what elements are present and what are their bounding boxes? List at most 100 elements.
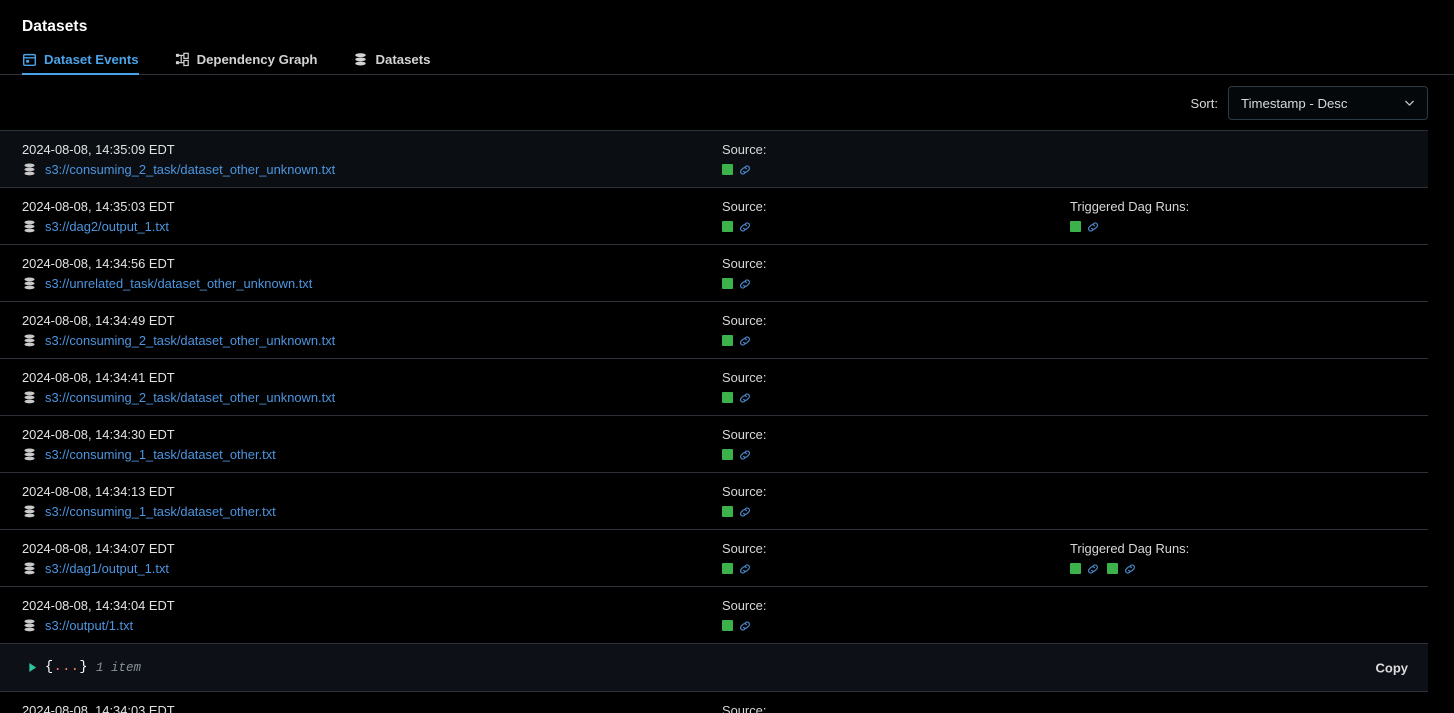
event-main-column: 2024-08-08, 14:34:03 EDTs3://output/1.tx…	[22, 701, 722, 713]
dataset-event-row[interactable]: 2024-08-08, 14:34:49 EDTs3://consuming_2…	[0, 302, 1428, 359]
status-square-success[interactable]	[722, 506, 733, 517]
status-square-success[interactable]	[722, 164, 733, 175]
source-badges	[722, 274, 1070, 293]
event-main-column: 2024-08-08, 14:34:04 EDTs3://output/1.tx…	[22, 596, 722, 635]
event-source-column: Source:	[722, 197, 1070, 236]
dataset-uri-link[interactable]: s3://unrelated_task/dataset_other_unknow…	[45, 274, 312, 293]
event-main-column: 2024-08-08, 14:34:49 EDTs3://consuming_2…	[22, 311, 722, 350]
dataset-event-row[interactable]: 2024-08-08, 14:34:13 EDTs3://consuming_1…	[0, 473, 1428, 530]
status-square-success[interactable]	[1070, 563, 1081, 574]
source-label: Source:	[722, 425, 1070, 444]
status-square-success[interactable]	[1070, 221, 1081, 232]
dataset-uri-line: s3://dag2/output_1.txt	[22, 217, 722, 236]
sort-select[interactable]: Timestamp - Desc	[1228, 86, 1428, 120]
link-icon[interactable]	[738, 619, 752, 633]
dag-run-badge[interactable]	[722, 277, 752, 291]
status-square-success[interactable]	[722, 449, 733, 460]
dataset-uri-line: s3://output/1.txt	[22, 616, 722, 635]
toolbar: Sort: Timestamp - Desc	[0, 75, 1454, 130]
link-icon[interactable]	[1086, 562, 1100, 576]
dataset-event-row[interactable]: 2024-08-08, 14:34:03 EDTs3://output/1.tx…	[0, 692, 1428, 713]
dataset-uri-link[interactable]: s3://consuming_1_task/dataset_other.txt	[45, 445, 276, 464]
dataset-uri-link[interactable]: s3://consuming_2_task/dataset_other_unkn…	[45, 160, 335, 179]
event-main-column: 2024-08-08, 14:35:03 EDTs3://dag2/output…	[22, 197, 722, 236]
link-icon[interactable]	[738, 334, 752, 348]
tab-dataset-events[interactable]: Dataset Events	[22, 52, 153, 75]
dataset-event-row[interactable]: 2024-08-08, 14:34:56 EDTs3://unrelated_t…	[0, 245, 1428, 302]
dag-run-badge[interactable]	[722, 334, 752, 348]
event-timestamp: 2024-08-08, 14:34:41 EDT	[22, 368, 722, 387]
json-braces[interactable]: {...}	[45, 660, 88, 675]
tab-dependency-graph[interactable]: Dependency Graph	[175, 52, 332, 75]
triangle-right-icon[interactable]	[28, 662, 37, 673]
json-collapsed-preview[interactable]: {...}1 item	[28, 660, 141, 675]
dataset-event-row[interactable]: 2024-08-08, 14:34:07 EDTs3://dag1/output…	[0, 530, 1428, 587]
source-label: Source:	[722, 596, 1070, 615]
link-icon[interactable]	[1123, 562, 1137, 576]
dag-run-badge[interactable]	[722, 562, 752, 576]
calendar-icon	[22, 52, 37, 67]
copy-button[interactable]: Copy	[1376, 660, 1409, 675]
link-icon[interactable]	[738, 277, 752, 291]
source-badges	[722, 217, 1070, 236]
source-badges	[722, 616, 1070, 635]
dataset-uri-link[interactable]: s3://consuming_2_task/dataset_other_unkn…	[45, 331, 335, 350]
link-icon[interactable]	[738, 505, 752, 519]
status-square-success[interactable]	[722, 563, 733, 574]
link-icon[interactable]	[738, 163, 752, 177]
database-icon	[353, 52, 368, 67]
link-icon[interactable]	[738, 220, 752, 234]
dataset-event-row[interactable]: 2024-08-08, 14:35:03 EDTs3://dag2/output…	[0, 188, 1428, 245]
dataset-event-row[interactable]: 2024-08-08, 14:34:30 EDTs3://consuming_1…	[0, 416, 1428, 473]
dataset-uri-link[interactable]: s3://consuming_1_task/dataset_other.txt	[45, 502, 276, 521]
dag-run-badge[interactable]	[722, 619, 752, 633]
event-source-column: Source:	[722, 701, 1070, 713]
status-square-success[interactable]	[722, 335, 733, 346]
event-main-column: 2024-08-08, 14:34:56 EDTs3://unrelated_t…	[22, 254, 722, 293]
status-square-success[interactable]	[722, 392, 733, 403]
status-square-success[interactable]	[1107, 563, 1118, 574]
event-main-column: 2024-08-08, 14:34:30 EDTs3://consuming_1…	[22, 425, 722, 464]
status-square-success[interactable]	[722, 221, 733, 232]
link-icon[interactable]	[738, 562, 752, 576]
source-label: Source:	[722, 539, 1070, 558]
source-label: Source:	[722, 197, 1070, 216]
dag-run-badge[interactable]	[1107, 562, 1137, 576]
dag-run-badge[interactable]	[722, 391, 752, 405]
dataset-event-row[interactable]: 2024-08-08, 14:34:04 EDTs3://output/1.tx…	[0, 587, 1428, 644]
link-icon[interactable]	[1086, 220, 1100, 234]
sort-label: Sort:	[1191, 96, 1218, 111]
dag-run-badge[interactable]	[722, 448, 752, 462]
dataset-uri-link[interactable]: s3://consuming_2_task/dataset_other_unkn…	[45, 388, 335, 407]
link-icon[interactable]	[738, 448, 752, 462]
dataset-uri-line: s3://consuming_1_task/dataset_other.txt	[22, 445, 722, 464]
database-icon	[22, 390, 37, 405]
dataset-event-row[interactable]: 2024-08-08, 14:35:09 EDTs3://consuming_2…	[0, 131, 1428, 188]
dag-run-badge[interactable]	[722, 220, 752, 234]
status-square-success[interactable]	[722, 278, 733, 289]
status-square-success[interactable]	[722, 620, 733, 631]
source-badges	[722, 445, 1070, 464]
dataset-uri-link[interactable]: s3://output/1.txt	[45, 616, 133, 635]
event-source-column: Source:	[722, 254, 1070, 293]
event-triggered-column: Triggered Dag Runs:	[1070, 197, 1428, 236]
dataset-uri-line: s3://consuming_2_task/dataset_other_unkn…	[22, 388, 722, 407]
dataset-event-row[interactable]: 2024-08-08, 14:34:41 EDTs3://consuming_2…	[0, 359, 1428, 416]
tab-datasets[interactable]: Datasets	[353, 52, 444, 75]
dag-run-badge[interactable]	[722, 505, 752, 519]
link-icon[interactable]	[738, 391, 752, 405]
dataset-uri-line: s3://consuming_2_task/dataset_other_unkn…	[22, 331, 722, 350]
database-icon	[22, 162, 37, 177]
event-source-column: Source:	[722, 311, 1070, 350]
dag-run-badge[interactable]	[1070, 562, 1100, 576]
event-source-column: Source:	[722, 596, 1070, 635]
dataset-uri-link[interactable]: s3://dag1/output_1.txt	[45, 559, 169, 578]
database-icon	[22, 561, 37, 576]
dag-run-badge[interactable]	[1070, 220, 1100, 234]
event-source-column: Source:	[722, 425, 1070, 464]
event-timestamp: 2024-08-08, 14:34:30 EDT	[22, 425, 722, 444]
dag-run-badge[interactable]	[722, 163, 752, 177]
event-triggered-column: Triggered Dag Runs:	[1070, 539, 1428, 578]
dataset-uri-link[interactable]: s3://dag2/output_1.txt	[45, 217, 169, 236]
database-icon	[22, 276, 37, 291]
